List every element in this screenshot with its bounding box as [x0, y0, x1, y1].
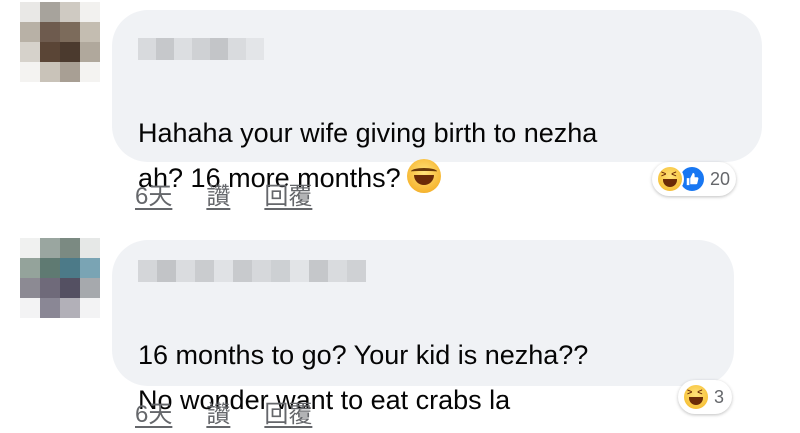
timestamp-link[interactable]: 6天 [135, 176, 172, 211]
haha-icon [682, 383, 710, 411]
comment-bubble: 16 months to go? Your kid is nezha?? No … [112, 240, 734, 415]
haha-icon [656, 165, 684, 193]
avatar[interactable] [20, 238, 100, 318]
timestamp-link[interactable]: 6天 [135, 394, 172, 429]
commenter-name-redacted[interactable] [138, 38, 264, 60]
comment-actions: 6天 讚 回覆 [135, 394, 312, 429]
reactions-summary[interactable]: 3 [678, 380, 733, 414]
like-link[interactable]: 讚 [206, 394, 230, 429]
commenter-name-redacted[interactable] [138, 260, 366, 282]
tears-of-joy-emoji-icon [406, 159, 441, 193]
reply-link[interactable]: 回覆 [264, 394, 312, 429]
reaction-count: 20 [710, 168, 731, 189]
like-link[interactable]: 讚 [206, 176, 230, 211]
reactions-summary[interactable]: 20 [652, 162, 737, 196]
reply-link[interactable]: 回覆 [264, 176, 312, 211]
comment-bubble: Hahaha your wife giving birth to nezha a… [112, 10, 762, 193]
reaction-count: 3 [714, 386, 725, 407]
avatar[interactable] [20, 2, 100, 82]
comment-actions: 6天 讚 回覆 [135, 176, 312, 211]
